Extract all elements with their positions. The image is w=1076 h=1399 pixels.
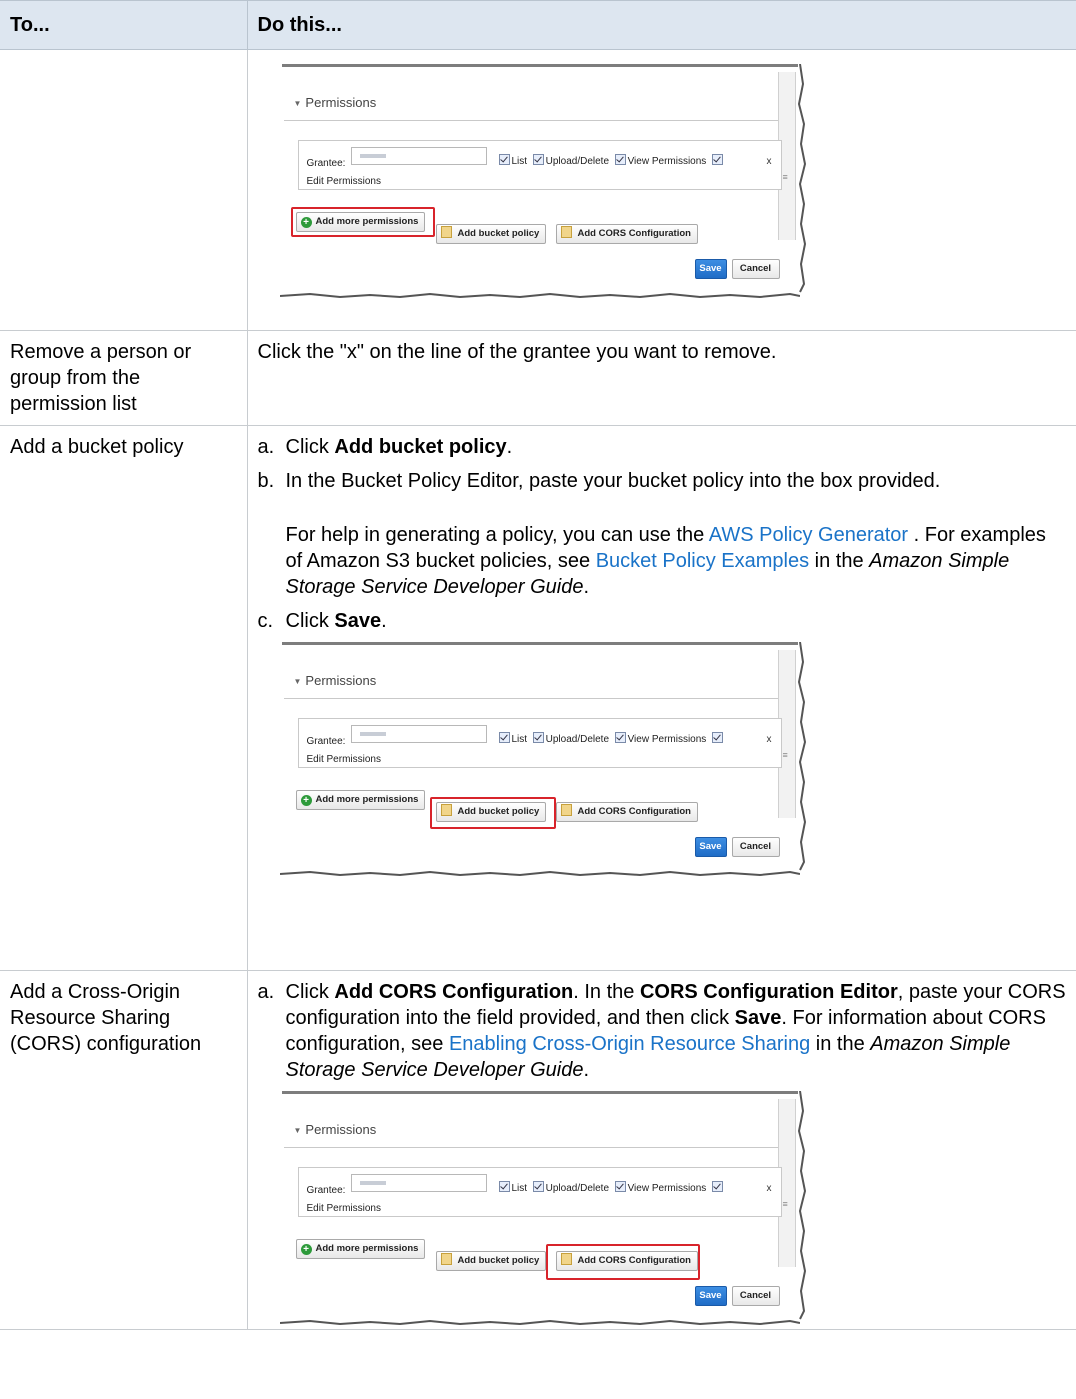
cancel-button[interactable]: Cancel bbox=[731, 1286, 780, 1306]
checkbox-icon[interactable] bbox=[711, 732, 723, 743]
table-row: Add a Cross-Origin Resource Sharing (COR… bbox=[0, 970, 1076, 1330]
do-cell: Click the "x" on the line of the grantee… bbox=[246, 330, 1076, 426]
checkbox-icon[interactable] bbox=[532, 154, 544, 165]
to-cell: Add a bucket policy bbox=[0, 425, 248, 971]
checkbox-icon[interactable] bbox=[614, 154, 626, 165]
list-item: a. Click Add CORS Configuration. In the C… bbox=[257, 981, 1066, 1081]
edit-permissions-label: Edit Permissions bbox=[306, 754, 381, 765]
save-button[interactable]: Save bbox=[694, 259, 727, 279]
cancel-button[interactable]: Cancel bbox=[731, 259, 780, 279]
table-row: ≡ ▼ Permissions Grantee: List Upload/Dele… bbox=[0, 49, 1076, 331]
checkbox-icon[interactable] bbox=[532, 1181, 544, 1192]
highlight-box bbox=[545, 1244, 700, 1280]
to-cell: Add a Cross-Origin Resource Sharing (COR… bbox=[0, 970, 248, 1330]
document-icon bbox=[560, 804, 572, 816]
to-cell bbox=[0, 49, 248, 331]
col-header-to: To... bbox=[0, 0, 248, 50]
bucket-policy-examples-link[interactable]: Bucket Policy Examples bbox=[596, 550, 809, 572]
remove-grantee-x[interactable]: x bbox=[767, 1176, 772, 1202]
collapse-triangle-icon: ▼ bbox=[293, 1125, 302, 1135]
checkbox-icon[interactable] bbox=[614, 732, 626, 743]
enabling-cors-link[interactable]: Enabling Cross-Origin Resource Sharing bbox=[449, 1033, 810, 1055]
list-item: a. Click Add bucket policy. bbox=[257, 436, 513, 458]
collapse-triangle-icon: ▼ bbox=[293, 98, 302, 108]
permissions-heading: ▼ Permissions bbox=[293, 1122, 377, 1137]
checkbox-icon[interactable] bbox=[498, 154, 510, 165]
table-row: Remove a person or group from the permis… bbox=[0, 330, 1076, 426]
grantee-row: Grantee: List Upload/Delete View Permiss… bbox=[297, 1167, 782, 1217]
to-cell: Remove a person or group from the permis… bbox=[0, 330, 248, 426]
edit-permissions-label: Edit Permissions bbox=[306, 1203, 381, 1214]
permissions-heading: ▼ Permissions bbox=[293, 673, 377, 688]
edit-permissions-label: Edit Permissions bbox=[306, 176, 381, 187]
document-icon bbox=[440, 1253, 452, 1265]
highlight-box bbox=[290, 207, 435, 237]
grantee-row: Grantee: List Upload/Delete View Permiss… bbox=[297, 718, 782, 768]
aws-policy-generator-link[interactable]: AWS Policy Generator bbox=[709, 524, 908, 546]
permissions-screenshot: ≡ ▼ Permissions Grantee: List Upload/Dele… bbox=[279, 63, 810, 299]
plus-icon: + bbox=[300, 1244, 312, 1255]
checkbox-icon[interactable] bbox=[498, 1181, 510, 1192]
add-bucket-policy-button[interactable]: Add bucket policy bbox=[435, 224, 547, 244]
checkbox-icon[interactable] bbox=[711, 1181, 723, 1192]
table-row: Add a bucket policy a. Click Add bucket p… bbox=[0, 425, 1076, 971]
add-cors-button[interactable]: Add CORS Configuration bbox=[555, 802, 698, 822]
checkbox-icon[interactable] bbox=[614, 1181, 626, 1192]
do-cell: a. Click Add bucket policy. b. In the Buck… bbox=[246, 425, 1076, 971]
permission-checkboxes: List Upload/Delete View Permissions bbox=[498, 149, 725, 175]
list-item: c. Click Save. bbox=[257, 610, 387, 632]
grantee-input[interactable] bbox=[350, 147, 487, 165]
checkbox-icon[interactable] bbox=[498, 732, 510, 743]
instructions-table: To... Do this... ≡ ▼ Permissions Grantee:… bbox=[0, 0, 1076, 1330]
highlight-box bbox=[429, 797, 556, 829]
permission-checkboxes: List Upload/Delete View Permissions bbox=[498, 1176, 725, 1202]
checkbox-icon[interactable] bbox=[711, 154, 723, 165]
do-cell: ≡ ▼ Permissions Grantee: List Upload/Dele… bbox=[246, 49, 1076, 331]
plus-icon: + bbox=[300, 795, 312, 806]
remove-grantee-x[interactable]: x bbox=[767, 727, 772, 753]
save-button[interactable]: Save bbox=[694, 837, 727, 857]
grantee-input[interactable] bbox=[350, 725, 487, 743]
permissions-screenshot: ≡ ▼ Permissions Grantee: List Upload/Dele… bbox=[279, 1090, 810, 1326]
do-cell: a. Click Add CORS Configuration. In the C… bbox=[246, 970, 1076, 1330]
permissions-screenshot: ≡ ▼ Permissions Grantee: List Upload/Dele… bbox=[279, 641, 810, 877]
add-more-permissions-button[interactable]: + Add more permissions bbox=[295, 790, 426, 810]
save-button[interactable]: Save bbox=[694, 1286, 727, 1306]
document-icon bbox=[560, 226, 572, 238]
list-item: b. In the Bucket Policy Editor, paste you… bbox=[257, 470, 1046, 598]
add-more-permissions-button[interactable]: + Add more permissions bbox=[295, 1239, 426, 1259]
collapse-triangle-icon: ▼ bbox=[293, 676, 302, 686]
checkbox-icon[interactable] bbox=[532, 732, 544, 743]
permissions-heading: ▼ Permissions bbox=[293, 95, 377, 110]
grantee-input[interactable] bbox=[350, 1174, 487, 1192]
add-cors-button[interactable]: Add CORS Configuration bbox=[555, 224, 698, 244]
col-header-do: Do this... bbox=[246, 0, 1076, 50]
document-icon bbox=[440, 226, 452, 238]
remove-grantee-x[interactable]: x bbox=[767, 149, 772, 175]
add-bucket-policy-button[interactable]: Add bucket policy bbox=[435, 1251, 547, 1271]
cancel-button[interactable]: Cancel bbox=[731, 837, 780, 857]
grantee-row: Grantee: List Upload/Delete View Permiss… bbox=[297, 140, 782, 190]
permission-checkboxes: List Upload/Delete View Permissions bbox=[498, 727, 725, 753]
